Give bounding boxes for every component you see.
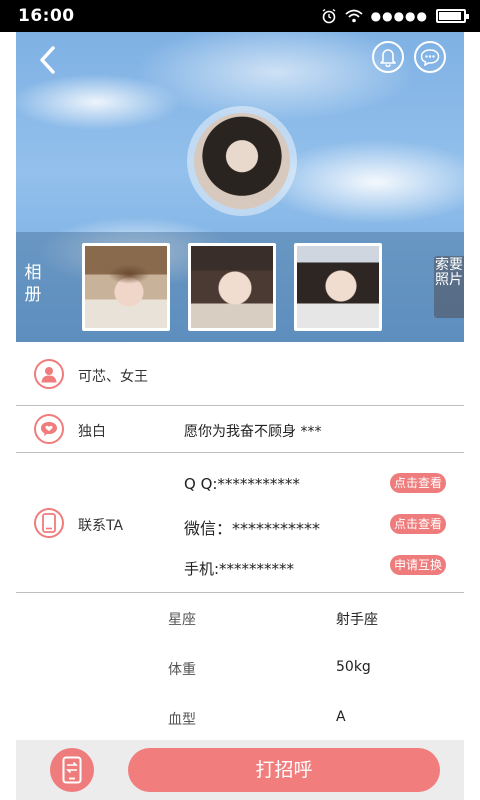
album-photo[interactable] — [188, 243, 276, 331]
nickname-text: 可芯、女王 — [78, 369, 148, 385]
signal-strength-icon: ●●●●● — [370, 9, 428, 23]
detail-label: 星座 — [168, 612, 196, 628]
phone-exchange-button[interactable]: 申请互换 — [390, 555, 446, 575]
back-chevron-icon — [40, 46, 55, 74]
monologue-label: 独白 — [78, 424, 106, 440]
detail-value: 50kg — [336, 659, 371, 675]
album-photo[interactable] — [82, 243, 170, 331]
battery-icon — [436, 9, 469, 23]
wechat-view-button[interactable]: 点击查看 — [390, 514, 446, 534]
qq-view-button[interactable]: 点击查看 — [390, 473, 446, 493]
avatar-ring[interactable] — [187, 106, 297, 216]
qq-value: Q Q:*********** — [184, 475, 300, 493]
exchange-phone-button[interactable] — [50, 748, 94, 792]
greet-button[interactable]: 打招呼 — [128, 748, 440, 792]
monologue-text: 愿你为我奋不顾身 *** — [184, 424, 322, 440]
album-photo[interactable] — [294, 243, 382, 331]
album-strip: 相册 索要照片 — [16, 232, 464, 342]
alarm-icon — [322, 8, 336, 24]
profile-header: 相册 索要照片 — [16, 32, 464, 342]
back-button[interactable] — [36, 44, 68, 76]
chat-bubble-icon — [420, 49, 440, 66]
battery-level — [439, 12, 461, 20]
contact-label: 联系TA — [78, 518, 124, 534]
monologue-row: 独白 愿你为我奋不顾身 *** — [16, 406, 464, 453]
detail-label: 体重 — [168, 662, 196, 678]
notification-button[interactable] — [372, 41, 404, 73]
avatar[interactable] — [194, 113, 290, 209]
status-time: 16:00 — [18, 6, 75, 26]
bell-icon — [380, 49, 396, 67]
detail-label: 血型 — [168, 712, 196, 728]
status-icons: ●●●●● — [321, 8, 469, 24]
status-bar: 16:00 ●●●●● — [0, 0, 480, 32]
detail-value: A — [336, 709, 346, 725]
detail-value: 射手座 — [336, 612, 378, 628]
message-button[interactable] — [414, 41, 446, 73]
wechat-value: 微信：*********** — [184, 519, 321, 538]
nickname-row: 可芯、女王 — [16, 342, 464, 406]
profile-screen: 16:00 ●●●●● 相册 索要照片 可芯、女王 独白 愿你为我奋不顾身 **… — [0, 0, 480, 800]
phone-value: 手机:********** — [184, 560, 295, 578]
bottom-action-bar: 打招呼 — [16, 740, 464, 800]
contact-row: 联系TA Q Q:*********** 点击查看 微信：***********… — [16, 453, 464, 593]
wifi-icon — [345, 9, 363, 23]
request-photo-button[interactable]: 索要照片 — [434, 256, 464, 318]
mobile-phone-icon — [34, 508, 64, 538]
heart-chat-icon — [34, 414, 64, 444]
user-icon — [34, 359, 64, 389]
album-label: 相册 — [24, 263, 42, 305]
phone-exchange-icon — [62, 756, 82, 784]
